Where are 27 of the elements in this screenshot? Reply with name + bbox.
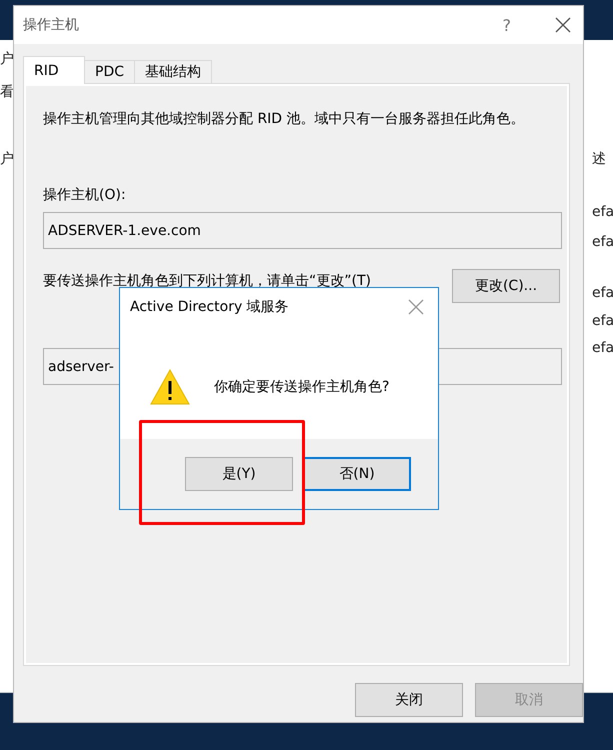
change-button[interactable]: 更改(C)... bbox=[452, 269, 560, 303]
background-text: 户 bbox=[0, 150, 14, 168]
background-text: 看 bbox=[0, 83, 14, 101]
input-field[interactable]: ADSERVER-1.eve.com bbox=[43, 212, 562, 249]
help-button[interactable]: ? bbox=[502, 16, 511, 34]
background-text: efa bbox=[592, 204, 613, 220]
warning-icon bbox=[150, 368, 190, 404]
message-box-title: Active Directory 域服务 bbox=[130, 298, 289, 316]
background-text: efa bbox=[592, 313, 613, 329]
message-button[interactable]: 是(Y) bbox=[185, 457, 293, 491]
dialog-button[interactable]: 关闭 bbox=[355, 683, 463, 717]
tab[interactable]: 基础结构 bbox=[134, 60, 212, 83]
background-text: efa bbox=[592, 285, 613, 301]
field-label: 操作主机(O): bbox=[43, 186, 127, 204]
description-text: 操作主机管理向其他域控制器分配 RID 池。域中只有一台服务器担任此角色。 bbox=[43, 110, 526, 128]
close-icon bbox=[408, 299, 424, 315]
window-title: 操作主机 bbox=[23, 16, 80, 34]
message-text: 你确定要传送操作主机角色? bbox=[214, 378, 390, 396]
tab[interactable]: RID bbox=[23, 56, 85, 84]
close-icon bbox=[555, 17, 571, 33]
background-text: efa bbox=[592, 234, 613, 250]
background-text: efa bbox=[592, 340, 613, 356]
background-text: 户 bbox=[0, 50, 14, 68]
background-text: 述 bbox=[592, 150, 606, 168]
message-button[interactable]: 否(N) bbox=[303, 457, 411, 491]
close-button[interactable] bbox=[555, 17, 571, 33]
instruction-text: 要传送操作主机角色到下列计算机，请单击“更改”(T) bbox=[43, 272, 371, 290]
